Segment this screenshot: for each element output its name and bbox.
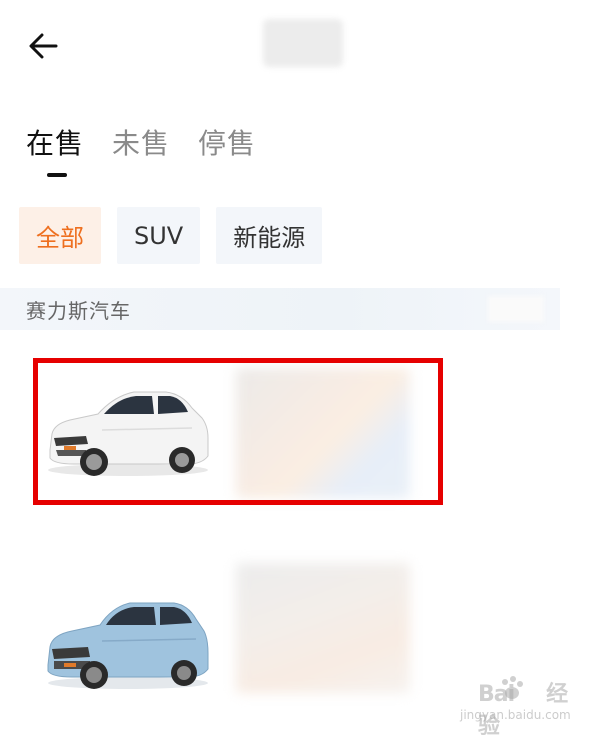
brand-extra-blurred bbox=[488, 296, 544, 322]
active-tab-indicator bbox=[47, 173, 67, 177]
filter-chips: 全部 SUV 新能源 bbox=[19, 207, 323, 264]
tab-on-sale[interactable]: 在售 bbox=[26, 124, 84, 164]
brand-label: 赛力斯汽车 bbox=[26, 298, 131, 323]
tab-upcoming[interactable]: 未售 bbox=[112, 124, 170, 164]
sales-status-tabs: 在售 未售 停售 bbox=[26, 124, 256, 164]
brand-section-header: 赛力斯汽车 bbox=[0, 288, 560, 330]
baidu-jingyan-watermark: Bai 经验 jingyan.baidu.com bbox=[458, 670, 578, 739]
tab-discontinued[interactable]: 停售 bbox=[198, 124, 256, 164]
page-title-blurred bbox=[263, 19, 343, 67]
watermark-url: jingyan.baidu.com bbox=[460, 708, 571, 722]
filter-chip-new-energy[interactable]: 新能源 bbox=[216, 207, 323, 264]
back-button[interactable] bbox=[28, 28, 68, 64]
arrow-left-icon bbox=[29, 33, 58, 59]
car-image-blue-suv bbox=[47, 602, 209, 689]
filter-chip-suv[interactable]: SUV bbox=[117, 207, 201, 264]
filter-chip-all[interactable]: 全部 bbox=[19, 207, 101, 264]
car-info-blurred bbox=[236, 563, 410, 693]
highlight-annotation-box bbox=[33, 358, 443, 505]
